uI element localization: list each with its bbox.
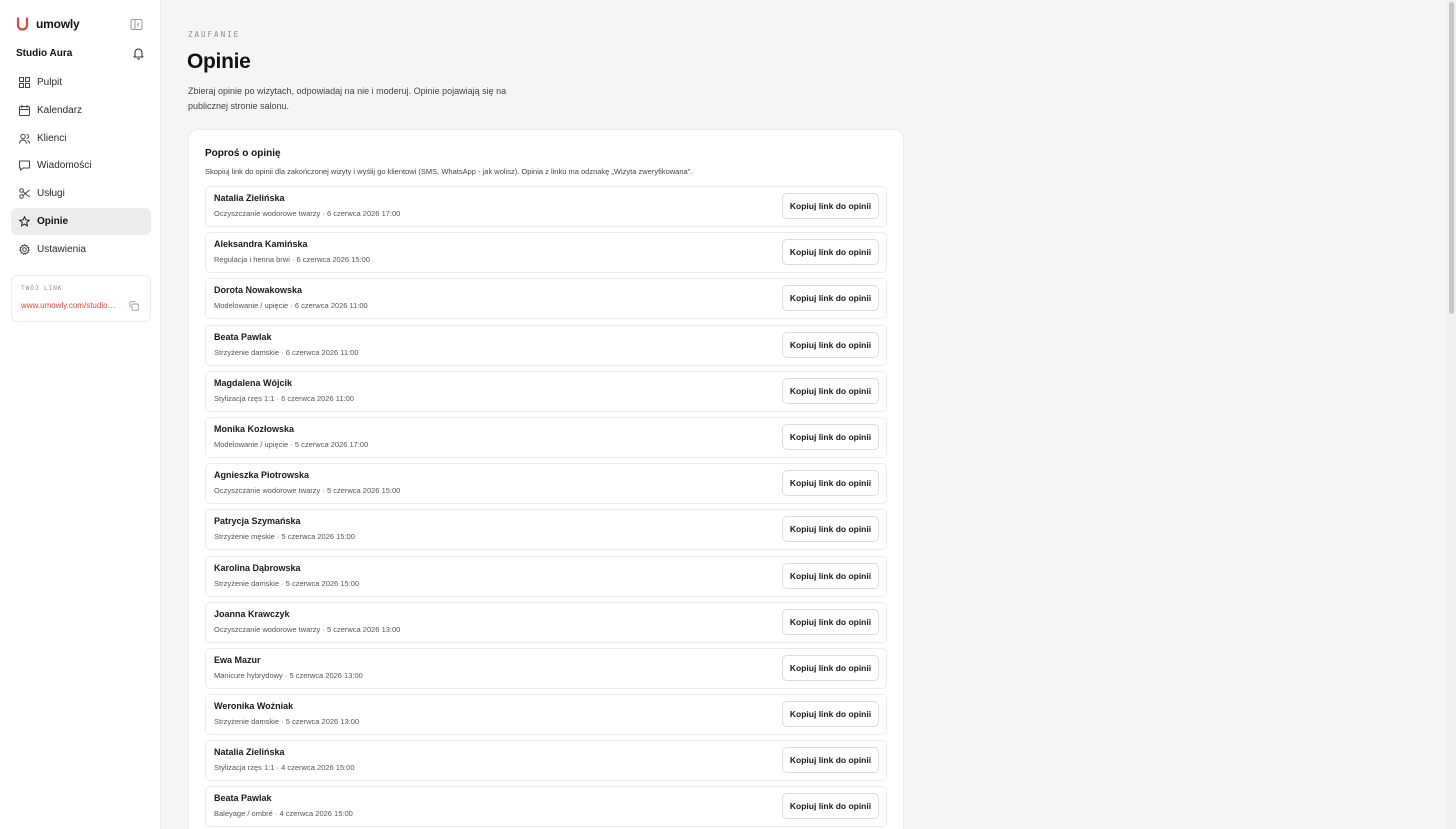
panel-title: Poproś o opinię <box>205 148 281 159</box>
copy-review-link-button[interactable]: Kopiuj link do opinii <box>782 470 879 497</box>
client-name: Beata Pawlak <box>214 331 272 342</box>
appointment-row: Agnieszka Piotrowska Oczyszczanie wodoro… <box>205 463 887 505</box>
sidebar-item-label: Kalendarz <box>37 104 83 116</box>
page-scrollbar[interactable] <box>1447 0 1456 829</box>
appointment-row: Magdalena Wójcik Stylizacja rzęs 1:1 · 6… <box>205 370 887 412</box>
sidebar-item-klienci[interactable]: Klienci <box>11 125 151 152</box>
appointment-details: Oczyszczanie wodorowe twarzy · 5 czerwca… <box>214 624 401 634</box>
sidebar-nav: Pulpit Kalendarz Klienci Wiadomości Usłu… <box>11 69 151 264</box>
studio-name[interactable]: Studio Aura <box>16 48 72 59</box>
page-eyebrow: ZAUFANIE <box>188 30 241 39</box>
star-icon <box>19 216 30 227</box>
copy-review-link-button[interactable]: Kopiuj link do opinii <box>782 423 879 450</box>
client-name: Karolina Dąbrowska <box>214 562 301 573</box>
client-name: Patrycja Szymańska <box>214 516 301 527</box>
message-icon <box>19 160 30 172</box>
copy-review-link-button[interactable]: Kopiuj link do opinii <box>782 516 879 543</box>
client-name: Joanna Krawczyk <box>214 608 290 619</box>
copy-review-link-button[interactable]: Kopiuj link do opinii <box>782 193 879 219</box>
appointment-details: Modelowanie / upięcie · 6 czerwca 2026 1… <box>214 301 368 311</box>
appointment-row: Beata Pawlak Strzyżenie damskie · 6 czer… <box>205 324 887 366</box>
copy-icon[interactable] <box>129 301 139 311</box>
appointment-row: Ewa Mazur Manicure hybrydowy · 5 czerwca… <box>205 647 887 689</box>
bell-icon[interactable] <box>132 46 145 60</box>
appointment-details: Strzyżenie damskie · 5 czerwca 2026 15:0… <box>214 578 360 588</box>
umowly-logo-icon <box>16 17 29 31</box>
appointment-details: Manicure hybrydowy · 5 czerwca 2026 13:0… <box>214 670 363 680</box>
public-link-label: TWÓJ LINK <box>21 285 63 292</box>
appointment-details: Regulacja i henna brwi · 6 czerwca 2026 … <box>214 255 370 265</box>
client-name: Weronika Woźniak <box>214 701 294 712</box>
sidebar-item-pulpit[interactable]: Pulpit <box>11 69 151 96</box>
users-icon <box>19 133 30 144</box>
copy-review-link-button[interactable]: Kopiuj link do opinii <box>782 793 879 820</box>
client-name: Natalia Zielińska <box>214 747 285 758</box>
appointment-row: Patrycja Szymańska Strzyżenie męskie · 5… <box>205 509 887 551</box>
appointment-details: Oczyszczanie wodorowe twarzy · 5 czerwca… <box>214 486 401 496</box>
sidebar: umowly Studio Aura Pulpit Kalendarz Klie… <box>0 0 161 829</box>
sidebar-item-label: Klienci <box>37 132 67 144</box>
sidebar-item-uslugi[interactable]: Usługi <box>11 180 151 207</box>
copy-review-link-button[interactable]: Kopiuj link do opinii <box>782 608 879 635</box>
sidebar-item-kalendarz[interactable]: Kalendarz <box>11 97 151 124</box>
copy-review-link-button[interactable]: Kopiuj link do opinii <box>782 331 879 358</box>
sidebar-item-opinie[interactable]: Opinie <box>11 207 151 235</box>
appointment-row: Joanna Krawczyk Oczyszczanie wodorowe tw… <box>205 601 887 643</box>
client-name: Magdalena Wójcik <box>214 377 293 388</box>
dashboard-icon <box>19 77 30 88</box>
appointment-list: Natalia Zielińska Oczyszczanie wodorowe … <box>205 186 887 829</box>
copy-review-link-button[interactable]: Kopiuj link do opinii <box>782 377 879 404</box>
request-review-panel: Poproś o opinię Skopiuj link do opinii d… <box>188 129 904 829</box>
client-name: Agnieszka Piotrowska <box>214 470 310 481</box>
page-title: Opinie <box>187 50 251 73</box>
appointment-details: Stylizacja rzęs 1:1 · 6 czerwca 2026 11:… <box>214 393 354 403</box>
sidebar-item-label: Wiadomości <box>37 160 92 172</box>
scrollbar-thumb[interactable] <box>1449 2 1454 314</box>
client-name: Natalia Zielińska <box>214 193 285 203</box>
appointment-row: Karolina Dąbrowska Strzyżenie damskie · … <box>205 555 887 597</box>
appointment-row: Aleksandra Kamińska Regulacja i henna br… <box>205 232 887 274</box>
page-description: Zbieraj opinie po wizytach, odpowiadaj n… <box>188 86 507 111</box>
appointment-details: Stylizacja rzęs 1:1 · 4 czerwca 2026 15:… <box>214 763 355 773</box>
client-name: Aleksandra Kamińska <box>214 239 308 250</box>
brand[interactable]: umowly <box>16 17 80 31</box>
client-name: Dorota Nowakowska <box>214 285 303 296</box>
appointment-row: Weronika Woźniak Strzyżenie damskie · 5 … <box>205 694 887 736</box>
copy-review-link-button[interactable]: Kopiuj link do opinii <box>782 747 879 774</box>
public-link-url[interactable]: www.umowly.com/studio… <box>21 301 123 310</box>
client-name: Ewa Mazur <box>214 654 261 665</box>
appointment-details: Strzyżenie damskie · 5 czerwca 2026 13:0… <box>214 717 360 727</box>
appointment-details: Strzyżenie damskie · 6 czerwca 2026 11:0… <box>214 347 359 357</box>
appointment-details: Baleyage / ombré · 4 czerwca 2026 15:00 <box>214 809 353 819</box>
calendar-icon <box>19 104 30 116</box>
appointment-details: Oczyszczanie wodorowe twarzy · 6 czerwca… <box>214 209 401 218</box>
appointment-row: Monika Kozłowska Modelowanie / upięcie ·… <box>205 416 887 458</box>
brand-name: umowly <box>36 17 80 31</box>
sidebar-collapse-icon[interactable] <box>130 18 143 31</box>
appointment-row: Beata Pawlak Baleyage / ombré · 4 czerwc… <box>205 786 887 828</box>
copy-review-link-button[interactable]: Kopiuj link do opinii <box>782 285 879 312</box>
sidebar-item-wiadomosci[interactable]: Wiadomości <box>11 152 151 179</box>
copy-review-link-button[interactable]: Kopiuj link do opinii <box>782 562 879 589</box>
sidebar-item-ustawienia[interactable]: Ustawienia <box>11 236 151 263</box>
sidebar-item-label: Opinie <box>37 215 69 227</box>
sidebar-item-label: Pulpit <box>37 77 63 88</box>
appointment-details: Strzyżenie męskie · 5 czerwca 2026 15:00 <box>214 532 355 542</box>
panel-description: Skopiuj link do opinii dla zakończonej w… <box>205 167 693 176</box>
copy-review-link-button[interactable]: Kopiuj link do opinii <box>782 701 879 728</box>
sidebar-item-label: Usługi <box>37 188 65 200</box>
client-name: Beata Pawlak <box>214 793 272 804</box>
public-link-card: TWÓJ LINK www.umowly.com/studio… <box>11 275 151 322</box>
appointment-row: Dorota Nowakowska Modelowanie / upięcie … <box>205 278 887 320</box>
gear-icon <box>19 243 30 255</box>
client-name: Monika Kozłowska <box>214 423 295 434</box>
appointment-row: Natalia Zielińska Stylizacja rzęs 1:1 · … <box>205 740 887 782</box>
scissors-icon <box>19 188 30 199</box>
copy-review-link-button[interactable]: Kopiuj link do opinii <box>782 654 879 681</box>
sidebar-item-label: Ustawienia <box>37 243 86 255</box>
appointment-details: Modelowanie / upięcie · 5 czerwca 2026 1… <box>214 439 369 449</box>
appointment-row: Natalia Zielińska Oczyszczanie wodorowe … <box>205 186 887 227</box>
copy-review-link-button[interactable]: Kopiuj link do opinii <box>782 239 879 266</box>
